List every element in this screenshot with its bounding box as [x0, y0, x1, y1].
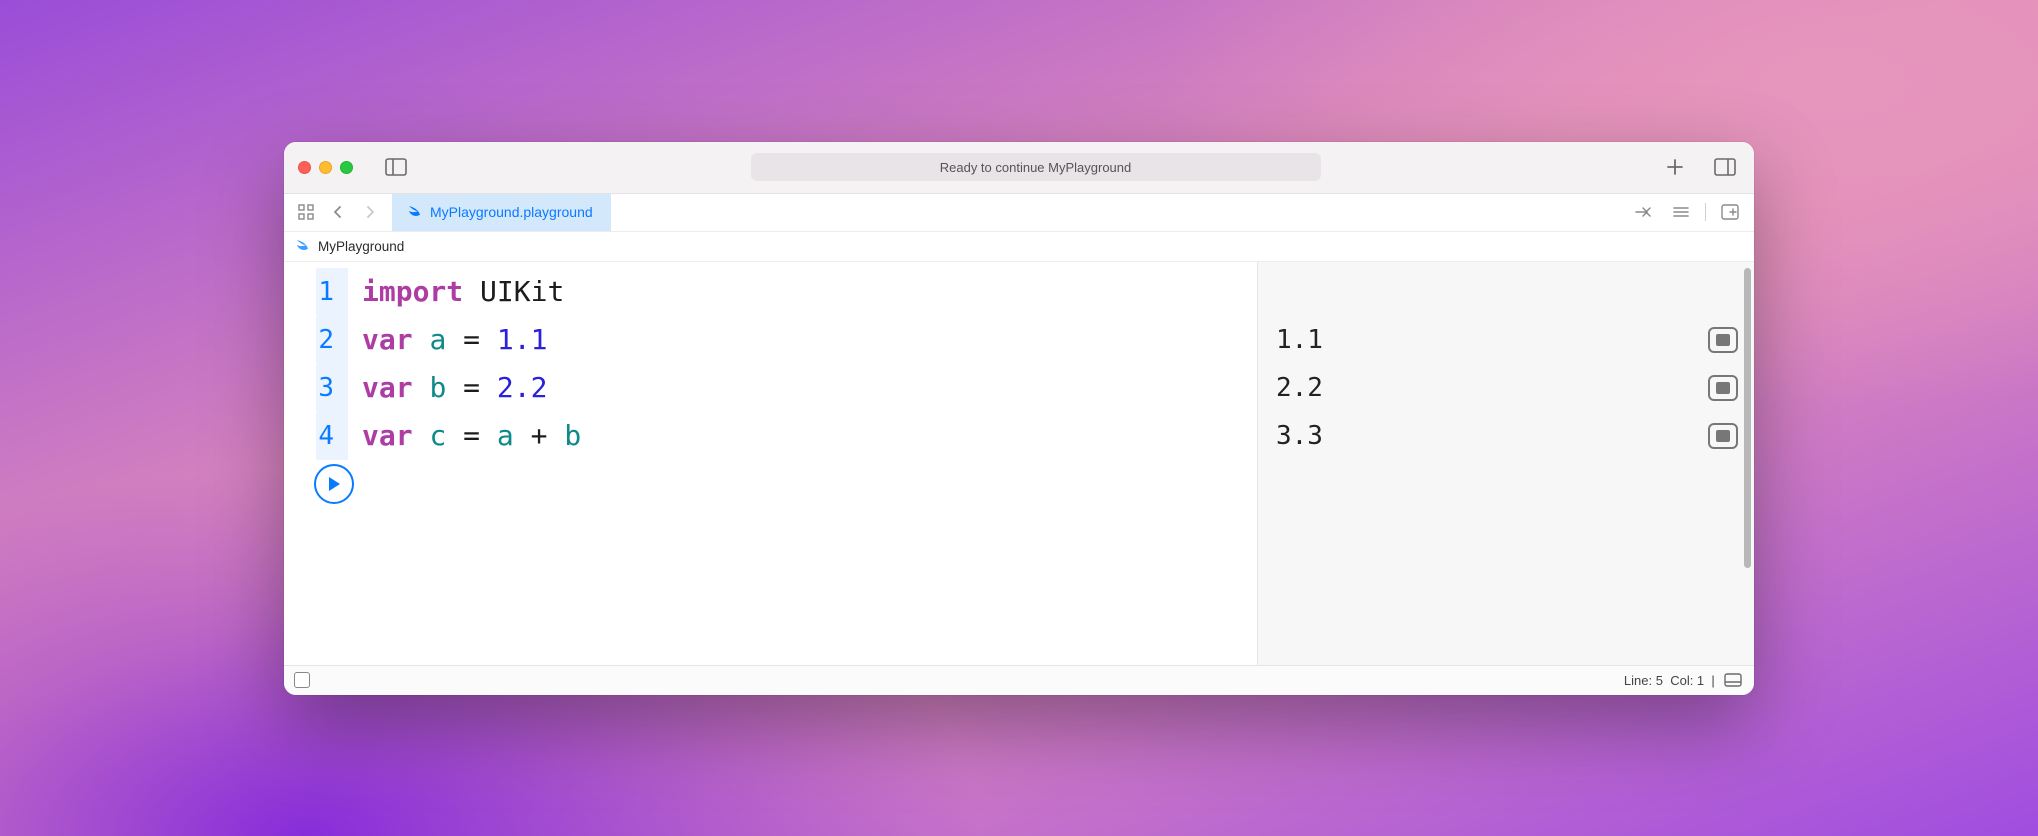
activity-status-text: Ready to continue MyPlayground — [940, 160, 1132, 175]
line-number: 4 — [316, 412, 348, 460]
token-type: UIKit — [480, 275, 564, 308]
token-kw: var — [362, 371, 413, 404]
result-row: 2.2 — [1258, 364, 1754, 412]
nav-forward-icon[interactable] — [356, 198, 384, 226]
activity-status: Ready to continue MyPlayground — [751, 153, 1321, 181]
code-line[interactable]: var b = 2.2 — [362, 364, 1257, 412]
quick-look-icon[interactable] — [1708, 375, 1738, 401]
result-row: 3.3 — [1258, 412, 1754, 460]
token-plain — [480, 323, 497, 356]
status-bar: Line: 5 Col: 1 | — [284, 665, 1754, 695]
quick-look-icon[interactable] — [1708, 327, 1738, 353]
breadcrumb-label: MyPlayground — [318, 239, 404, 254]
tab-bar: MyPlayground.playground — [284, 194, 1754, 232]
token-op: + — [531, 419, 548, 452]
result-value: 2.2 — [1276, 373, 1323, 403]
code-editor[interactable]: 1234 import UIKitvar a = 1.1var b = 2.2v… — [284, 262, 1257, 665]
token-id: a — [429, 323, 446, 356]
tab-active[interactable]: MyPlayground.playground — [392, 194, 611, 231]
token-kw: import — [362, 275, 463, 308]
token-num: 2.2 — [497, 371, 548, 404]
results-sidebar: 1.1 2.2 3.3 — [1257, 262, 1754, 665]
window-controls — [298, 161, 353, 174]
related-items-icon[interactable] — [292, 198, 320, 226]
code-line[interactable]: import UIKit — [362, 268, 1257, 316]
token-plain — [480, 419, 497, 452]
result-value: 1.1 — [1276, 325, 1323, 355]
token-plain — [463, 275, 480, 308]
code-lines[interactable]: import UIKitvar a = 1.1var b = 2.2var c … — [348, 262, 1257, 665]
code-line[interactable]: var c = a + b — [362, 412, 1257, 460]
add-button[interactable] — [1660, 155, 1690, 179]
line-number: 3 — [316, 364, 348, 412]
token-num: 1.1 — [497, 323, 548, 356]
quick-look-icon[interactable] — [1708, 423, 1738, 449]
result-row: 1.1 — [1258, 316, 1754, 364]
minimize-button[interactable] — [319, 161, 332, 174]
nav-back-icon[interactable] — [324, 198, 352, 226]
cursor-line: Line: 5 — [1624, 673, 1663, 688]
token-id: b — [564, 419, 581, 452]
adjust-editor-icon[interactable] — [1667, 198, 1695, 226]
code-line[interactable]: var a = 1.1 — [362, 316, 1257, 364]
token-op: = — [463, 323, 480, 356]
line-gutter: 1234 — [284, 262, 348, 665]
token-id: b — [429, 371, 446, 404]
token-kw: var — [362, 323, 413, 356]
token-plain — [446, 371, 463, 404]
xcode-window: Ready to continue MyPlayground My — [284, 142, 1754, 695]
token-plain — [413, 323, 430, 356]
editor-area: 1234 import UIKitvar a = 1.1var b = 2.2v… — [284, 262, 1754, 665]
tab-label: MyPlayground.playground — [430, 204, 593, 220]
token-plain — [413, 419, 430, 452]
toggle-breakpoints-icon[interactable] — [294, 672, 310, 688]
breadcrumb[interactable]: MyPlayground — [284, 232, 1754, 262]
line-number: 2 — [316, 316, 348, 364]
run-button[interactable] — [314, 464, 354, 504]
cursor-col: Col: 1 — [1670, 673, 1704, 688]
titlebar: Ready to continue MyPlayground — [284, 142, 1754, 194]
token-id: c — [429, 419, 446, 452]
token-plain — [413, 371, 430, 404]
token-plain — [514, 419, 531, 452]
toggle-navigator-icon[interactable] — [381, 155, 411, 179]
close-button[interactable] — [298, 161, 311, 174]
toggle-inspector-icon[interactable] — [1710, 155, 1740, 179]
line-number: 1 — [316, 268, 348, 316]
swift-icon — [406, 203, 422, 222]
result-row-spacer — [1258, 268, 1754, 316]
tab-bar-nav — [284, 194, 392, 231]
result-value: 3.3 — [1276, 421, 1323, 451]
scrollbar[interactable] — [1744, 268, 1751, 568]
toggle-debug-area-icon[interactable] — [1722, 671, 1744, 689]
divider: | — [1704, 673, 1722, 688]
cursor-sep — [1663, 673, 1670, 688]
token-id: a — [497, 419, 514, 452]
add-editor-icon[interactable] — [1716, 198, 1744, 226]
zoom-button[interactable] — [340, 161, 353, 174]
token-plain — [446, 419, 463, 452]
token-op: = — [463, 371, 480, 404]
divider — [1705, 203, 1706, 221]
token-plain — [547, 419, 564, 452]
token-kw: var — [362, 419, 413, 452]
code-review-icon[interactable] — [1629, 198, 1657, 226]
token-plain — [480, 371, 497, 404]
tab-bar-right — [1619, 194, 1754, 231]
token-plain — [446, 323, 463, 356]
swift-icon — [294, 237, 310, 256]
token-op: = — [463, 419, 480, 452]
